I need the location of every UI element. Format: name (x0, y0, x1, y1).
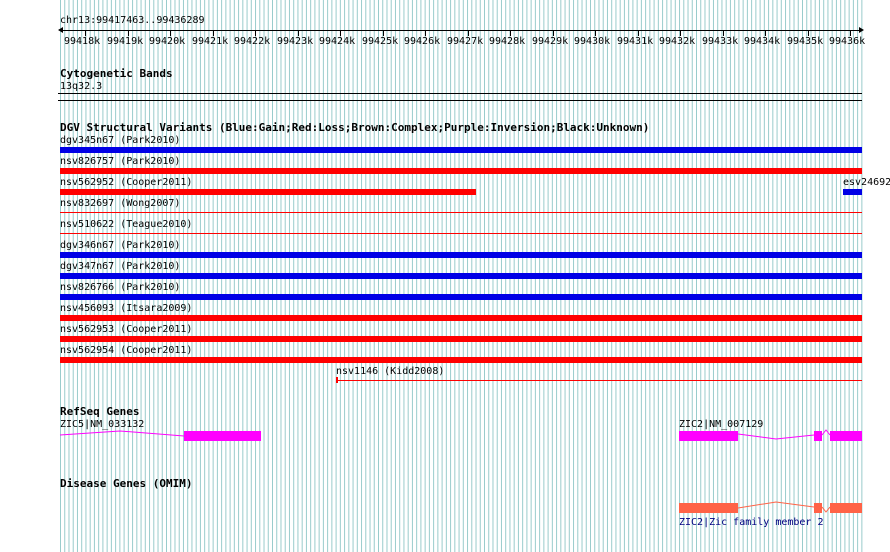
ruler-tick-label: 99433k (702, 36, 739, 47)
ruler-tick-label: 99432k (659, 36, 696, 47)
variant-label[interactable]: nsv832697 (Wong2007) (60, 198, 180, 209)
variant-label[interactable]: dgv345n67 (Park2010) (60, 135, 180, 146)
ruler-tick-label: 99428k (489, 36, 526, 47)
ruler-tick-label: 99419k (107, 36, 144, 47)
variant-bar-loss[interactable] (60, 357, 862, 363)
ruler-tick-label: 99425k (362, 36, 399, 47)
variant-bar-loss[interactable] (336, 380, 862, 381)
ruler-tick-label: 99429k (532, 36, 569, 47)
ruler-tick-label: 99434k (744, 36, 781, 47)
omim-intron-zic2 (737, 501, 815, 509)
variant-bar-loss[interactable] (60, 233, 862, 234)
omim-exon-zic2[interactable] (830, 503, 862, 513)
ruler-tick-label: 99435k (787, 36, 824, 47)
variant-bar-gain[interactable] (60, 252, 862, 258)
omim-exon-zic2[interactable] (679, 503, 738, 513)
cytoband-label[interactable]: 13q32.3 (60, 81, 102, 92)
ruler-tick-label: 99430k (574, 36, 611, 47)
ruler-tick-label: 99427k (447, 36, 484, 47)
position-label: chr13:99417463..99436289 (60, 15, 205, 26)
gene-exon-zic5[interactable] (184, 431, 261, 441)
ruler-tick-label: 99420k (149, 36, 186, 47)
refseq-track-title[interactable]: RefSeq Genes (60, 406, 139, 417)
variant-label[interactable]: nsv510622 (Teague2010) (60, 219, 192, 230)
ruler-tick-label: 99421k (192, 36, 229, 47)
cytoband-line-top (58, 93, 862, 94)
variant-bar-loss[interactable] (60, 336, 862, 342)
gene-intron-zic5 (59, 430, 185, 437)
ruler-tick-label: 99423k (277, 36, 314, 47)
ruler-tick-label: 99431k (617, 36, 654, 47)
gene-label-zic5[interactable]: ZIC5|NM_033132 (60, 419, 144, 430)
variant-label[interactable]: nsv562954 (Cooper2011) (60, 345, 192, 356)
variant-label[interactable]: esv24692 (843, 177, 890, 188)
variant-bar-gain[interactable] (60, 147, 862, 153)
ruler-tick-label: 99424k (319, 36, 356, 47)
variant-bar-gain[interactable] (843, 189, 862, 195)
variant-bar-gain[interactable] (60, 273, 862, 279)
variant-start-marker (336, 377, 338, 383)
variant-label[interactable]: nsv562952 (Cooper2011) (60, 177, 192, 188)
gene-exon-zic2[interactable] (830, 431, 862, 441)
ruler-line (60, 30, 862, 31)
gene-intron-zic2 (737, 433, 815, 440)
variant-label[interactable]: nsv1146 (Kidd2008) (336, 366, 444, 377)
variant-bar-loss[interactable] (60, 315, 862, 321)
dgv-track-title[interactable]: DGV Structural Variants (Blue:Gain;Red:L… (60, 122, 649, 133)
ruler-right-arrow-icon (859, 27, 864, 33)
variant-label[interactable]: nsv456093 (Itsara2009) (60, 303, 192, 314)
omim-track-title[interactable]: Disease Genes (OMIM) (60, 478, 192, 489)
cytoband-track-title[interactable]: Cytogenetic Bands (60, 68, 173, 79)
variant-bar-loss[interactable] (60, 189, 476, 195)
ruler-left-arrow-icon (58, 27, 63, 33)
variant-bar-loss[interactable] (60, 212, 862, 213)
variant-label[interactable]: nsv826766 (Park2010) (60, 282, 180, 293)
omim-exon-zic2[interactable] (814, 503, 822, 513)
gene-exon-zic2[interactable] (814, 431, 822, 441)
variant-label[interactable]: dgv346n67 (Park2010) (60, 240, 180, 251)
variant-bar-loss[interactable] (60, 168, 862, 174)
variant-bar-gain[interactable] (60, 294, 862, 300)
ruler-tick-label: 99422k (234, 36, 271, 47)
cytoband-line-bottom (58, 100, 862, 101)
ruler-tick-label: 99418k (64, 36, 101, 47)
ruler-tick-label: 99426k (404, 36, 441, 47)
omim-gene-label[interactable]: ZIC2|Zic family member 2 (679, 517, 824, 528)
ruler-tick-label: 99436k (829, 36, 866, 47)
variant-label[interactable]: nsv562953 (Cooper2011) (60, 324, 192, 335)
variant-label[interactable]: dgv347n67 (Park2010) (60, 261, 180, 272)
variant-label[interactable]: nsv826757 (Park2010) (60, 156, 180, 167)
gene-exon-zic2[interactable] (679, 431, 738, 441)
